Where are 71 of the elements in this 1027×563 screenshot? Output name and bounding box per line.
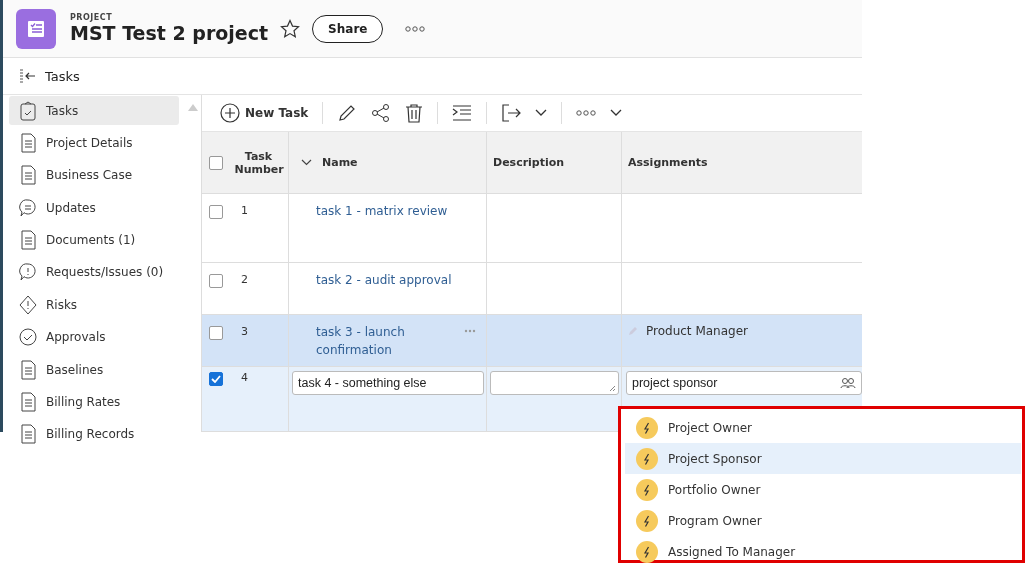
sidebar-item[interactable]: Approvals	[9, 322, 179, 352]
sidebar-item[interactable]: Tasks	[9, 96, 179, 125]
description-input-field[interactable]	[490, 371, 619, 395]
project-logo-icon	[16, 8, 56, 49]
table-row[interactable]: 1 task 1 - matrix review	[202, 194, 862, 263]
row-checkbox[interactable]	[208, 372, 223, 386]
new-task-button[interactable]: New Task	[220, 103, 309, 123]
alert-bubble-icon	[19, 262, 37, 283]
task-name-link[interactable]: task 3 - launch confirmation	[316, 323, 456, 359]
more-icon[interactable]	[405, 24, 426, 33]
assignment-text: Product Manager	[646, 324, 748, 338]
lightning-icon	[636, 509, 658, 532]
task-number: 4	[241, 371, 248, 384]
plus-icon	[220, 103, 240, 123]
lightning-icon	[636, 540, 658, 563]
page-icon	[19, 230, 37, 251]
task-number: 1	[241, 204, 248, 217]
check-circle-icon	[19, 327, 37, 348]
resize-handle-icon[interactable]	[609, 385, 616, 392]
sidebar-item[interactable]: Project Details	[9, 128, 179, 158]
sidebar-item[interactable]: Baselines	[9, 355, 179, 385]
breadcrumb-title: Tasks	[45, 68, 80, 84]
name-input-field[interactable]: task 4 - something else	[292, 371, 484, 395]
column-header[interactable]: Description	[493, 156, 565, 169]
sidebar-item[interactable]: Billing Records	[9, 419, 179, 449]
task-name-link[interactable]: task 1 - matrix review	[316, 202, 448, 220]
select-all-checkbox[interactable]	[208, 155, 223, 170]
collapse-icon[interactable]	[19, 68, 37, 84]
dropdown-option[interactable]: Portfolio Owner	[625, 474, 1021, 505]
table-row[interactable]: 3 task 3 - launch confirmation Product Manager	[202, 315, 862, 367]
export-icon[interactable]	[501, 104, 522, 122]
sidebar-item[interactable]: Documents (1)	[9, 225, 179, 255]
sidebar-item[interactable]: Risks	[9, 290, 179, 320]
row-checkbox[interactable]	[208, 274, 223, 288]
project-label: PROJECT	[70, 13, 114, 22]
share-button[interactable]: Share	[312, 14, 384, 43]
task-number: 2	[241, 273, 248, 286]
more-icon[interactable]	[576, 109, 597, 117]
caret-icon[interactable]	[610, 109, 623, 117]
lightning-icon	[636, 416, 658, 439]
warning-diamond-icon	[19, 294, 37, 315]
assignment-input-field[interactable]: project sponsor	[626, 371, 862, 395]
lightning-icon	[636, 478, 658, 501]
share-icon[interactable]	[371, 103, 392, 123]
star-icon[interactable]	[280, 18, 301, 39]
indent-icon[interactable]	[452, 105, 473, 121]
clipboard-icon	[19, 100, 37, 121]
project-title: MST Test 2 project	[70, 22, 269, 44]
sidebar-item[interactable]: Business Case	[9, 160, 179, 190]
pencil-icon	[628, 326, 638, 336]
speech-bubble-icon	[19, 197, 37, 218]
lightning-icon	[636, 447, 658, 470]
caret-icon[interactable]	[535, 109, 548, 117]
people-icon	[840, 377, 856, 389]
dropdown-option[interactable]: Project Sponsor	[625, 443, 1021, 474]
document-icon	[19, 132, 37, 153]
column-header[interactable]: Task Number	[234, 149, 283, 176]
dropdown-option[interactable]: Assigned To Manager	[625, 536, 1021, 563]
sidebar-item[interactable]: Updates	[9, 193, 179, 223]
chevron-icon[interactable]	[301, 159, 312, 166]
row-checkbox[interactable]	[208, 326, 223, 340]
table-row[interactable]: 2 task 2 - audit approval	[202, 263, 862, 315]
column-header[interactable]: Name	[322, 156, 358, 169]
column-header[interactable]: Assignments	[628, 156, 708, 169]
task-number: 3	[241, 325, 248, 338]
sidebar-item[interactable]: Billing Rates	[9, 387, 179, 417]
task-name-link[interactable]: task 2 - audit approval	[316, 271, 452, 289]
trash-icon[interactable]	[405, 103, 424, 123]
dropdown-option[interactable]: Program Owner	[625, 505, 1021, 536]
row-checkbox[interactable]	[208, 205, 223, 219]
sidebar-item[interactable]: Requests/Issues (0)	[9, 257, 179, 287]
